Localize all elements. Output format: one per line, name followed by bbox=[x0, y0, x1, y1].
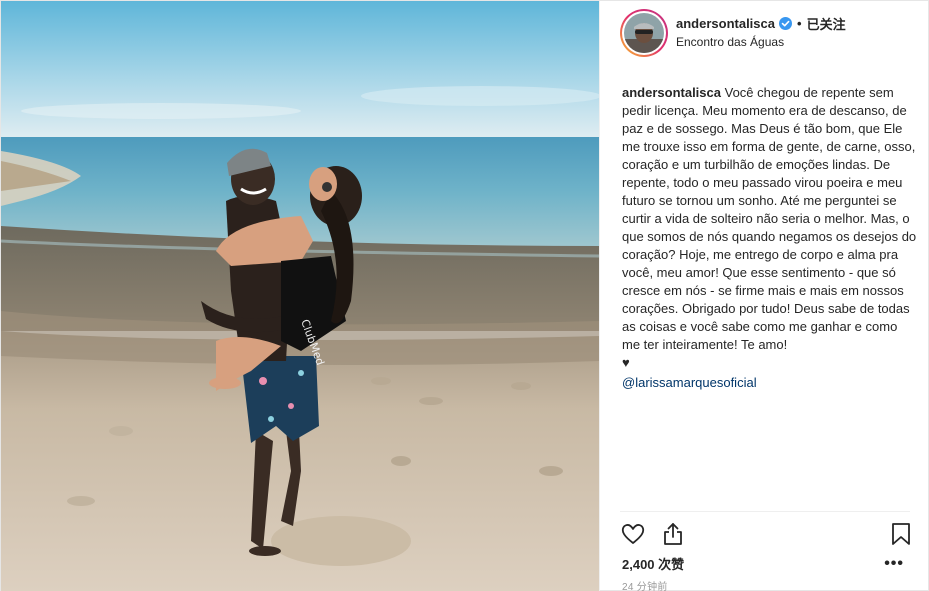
avatar[interactable] bbox=[624, 13, 664, 53]
beach-couple-photo: ClubMed bbox=[1, 1, 599, 591]
post-caption: andersontalisca Você chegou de repente s… bbox=[622, 84, 918, 392]
location-link[interactable]: Encontro das Águas bbox=[676, 35, 846, 49]
following-button[interactable]: 已关注 bbox=[807, 14, 846, 33]
story-ring[interactable] bbox=[620, 9, 668, 57]
avatar-image bbox=[624, 13, 664, 53]
post-header: andersontalisca • 已关注 Encontro das Águas bbox=[600, 1, 929, 67]
post-container: ClubMed andersontalisca • 已关注 Encontro d… bbox=[0, 0, 929, 591]
header-username-link[interactable]: andersontalisca bbox=[676, 16, 775, 31]
post-timestamp[interactable]: 24 分钟前 bbox=[622, 578, 668, 591]
heart-outline-icon[interactable] bbox=[620, 521, 646, 547]
header-separator: • bbox=[797, 15, 802, 31]
verified-badge-icon bbox=[779, 16, 792, 30]
bookmark-icon[interactable] bbox=[888, 521, 914, 547]
mention-link[interactable]: @larissamarquesoficial bbox=[622, 374, 918, 392]
more-options-icon[interactable]: ••• bbox=[884, 556, 904, 572]
caption-heart: ♥ bbox=[622, 355, 630, 370]
share-upload-icon[interactable] bbox=[660, 521, 686, 547]
actions-divider bbox=[620, 511, 910, 512]
post-photo[interactable]: ClubMed bbox=[1, 1, 599, 591]
post-sidebar: andersontalisca • 已关注 Encontro das Águas… bbox=[599, 1, 928, 591]
caption-username-link[interactable]: andersontalisca bbox=[622, 85, 721, 100]
caption-text: Você chegou de repente sem pedir licença… bbox=[622, 85, 917, 352]
action-bar bbox=[620, 517, 920, 549]
likes-count[interactable]: 2,400 次赞 bbox=[622, 554, 684, 573]
